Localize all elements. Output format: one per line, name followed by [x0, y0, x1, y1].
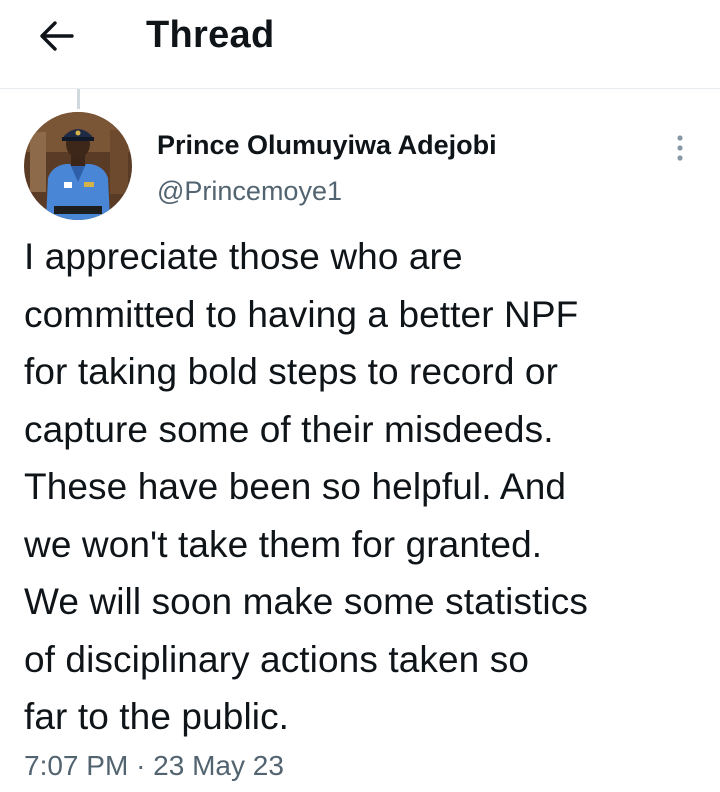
author-name[interactable]: Prince Olumuyiwa Adejobi: [157, 128, 497, 162]
tweet-date[interactable]: 23 May 23: [153, 750, 284, 781]
tweet-text: I appreciate those who are committed to …: [24, 236, 588, 737]
page-title: Thread: [146, 14, 275, 56]
tweet-time[interactable]: 7:07 PM: [24, 750, 128, 781]
thread-connector-line: [77, 89, 80, 109]
vertical-dots-icon: [677, 135, 683, 161]
tweet-timestamp: 7:07 PM · 23 May 23: [24, 748, 284, 784]
avatar[interactable]: [24, 112, 132, 220]
more-options-button[interactable]: [660, 128, 700, 168]
police-officer-avatar: [24, 112, 132, 220]
top-bar: Thread: [0, 0, 720, 89]
back-button[interactable]: [30, 14, 82, 58]
meta-separator: ·: [136, 750, 146, 781]
author-handle[interactable]: @Princemoye1: [157, 174, 342, 208]
arrow-left-icon: [40, 21, 74, 51]
